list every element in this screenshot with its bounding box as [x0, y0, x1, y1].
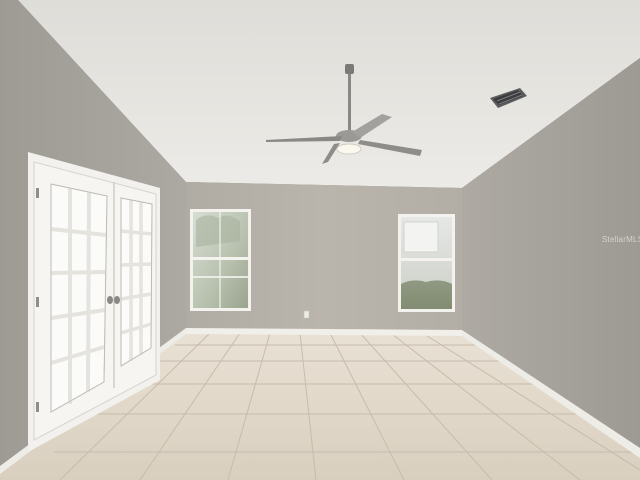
wall-outlet-icon [303, 310, 310, 319]
watermark: StellarMLS [602, 235, 640, 244]
left-door-glass [50, 183, 108, 413]
right-door-glass [120, 197, 153, 367]
empty-room-photo [0, 0, 640, 480]
window-right [398, 214, 455, 312]
window-left [190, 209, 251, 311]
